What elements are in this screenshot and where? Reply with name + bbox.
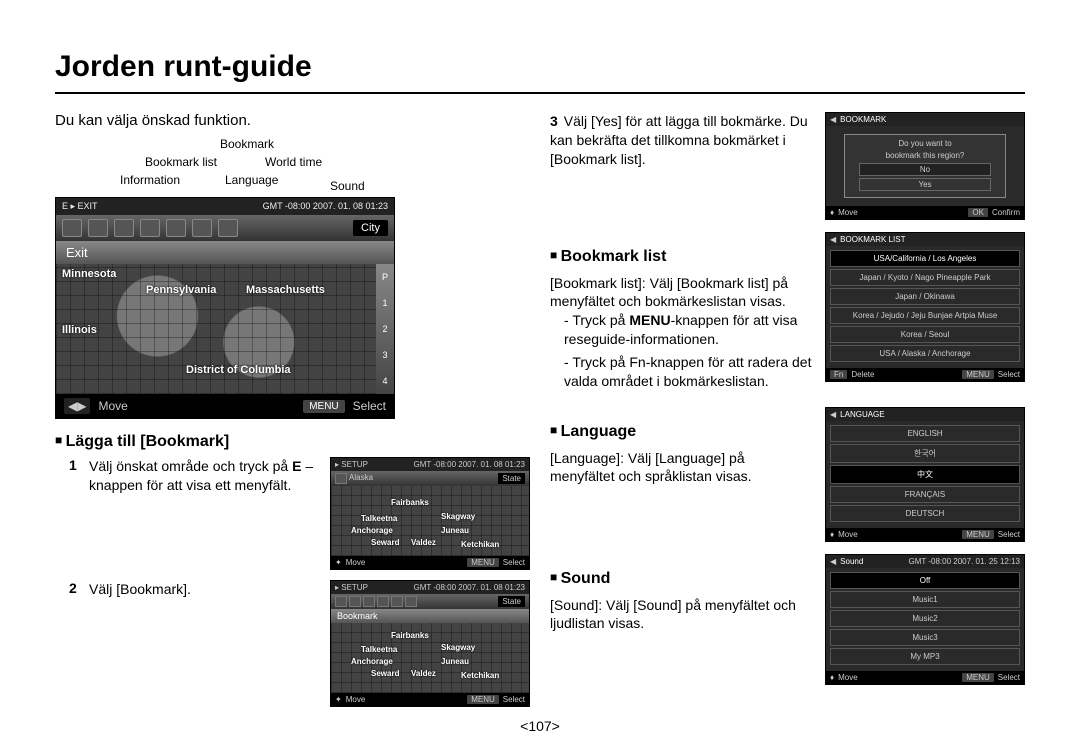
main-device-screen: E ▸ EXIT GMT -08:00 2007. 01. 08 01:23 C… bbox=[55, 197, 395, 419]
list-item[interactable]: USA / Alaska / Anchorage bbox=[830, 345, 1020, 362]
back-icon bbox=[335, 596, 347, 607]
bookmark-list-panel: ◀BOOKMARK LIST USA/California / Los Ange… bbox=[825, 232, 1025, 382]
label-bookmark-list: Bookmark list bbox=[145, 155, 217, 169]
footer-select: Select bbox=[353, 399, 386, 413]
list-item[interactable]: Off bbox=[830, 572, 1020, 589]
updown-icon: ♦ bbox=[830, 673, 834, 682]
exit-row: Exit bbox=[56, 241, 394, 264]
info-icon[interactable] bbox=[62, 219, 82, 237]
state-penn: Pennsylvania bbox=[146, 284, 216, 296]
back-icon bbox=[335, 473, 347, 484]
step-text: Välj [Bookmark]. bbox=[89, 580, 322, 707]
step-text: Välj önskat område och tryck på E –knapp… bbox=[89, 457, 322, 570]
world-time-icon[interactable] bbox=[166, 219, 186, 237]
state-dc: District of Columbia bbox=[186, 364, 291, 376]
back-icon: ◀ bbox=[830, 235, 836, 244]
list-item[interactable]: ENGLISH bbox=[830, 425, 1020, 442]
language-desc: [Language]: Välj [Language] på menyfälte… bbox=[550, 449, 813, 487]
step-num: 2 bbox=[69, 580, 81, 707]
intro-text: Du kan välja önskad funktion. bbox=[55, 112, 530, 129]
option-yes[interactable]: Yes bbox=[859, 178, 991, 191]
bmlist-bullet: Tryck på MENU-knappen för att visa reseg… bbox=[564, 311, 813, 349]
list-item[interactable]: Music2 bbox=[830, 610, 1020, 627]
back-icon: ◀ bbox=[830, 557, 836, 566]
list-item[interactable]: Japan / Kyoto / Nago Pineapple Park bbox=[830, 269, 1020, 286]
updown-icon: ♦ bbox=[830, 530, 834, 539]
label-world-time: World time bbox=[265, 155, 322, 169]
updown-icon: ✦ bbox=[335, 695, 342, 704]
bmlist-desc: [Bookmark list]: Välj [Bookmark list] på… bbox=[550, 274, 813, 312]
list-item[interactable]: My MP3 bbox=[830, 648, 1020, 665]
sound-panel: ◀SoundGMT -08:00 2007. 01. 25 12:13 Off … bbox=[825, 554, 1025, 685]
updown-icon: ✦ bbox=[335, 558, 342, 567]
bookmark-list-icon[interactable] bbox=[88, 219, 108, 237]
language-icon[interactable] bbox=[140, 219, 160, 237]
hdr-exit: E ▸ EXIT bbox=[62, 201, 98, 212]
label-sound: Sound bbox=[330, 179, 365, 193]
section-sound: Sound bbox=[550, 568, 813, 590]
list-item[interactable]: Music3 bbox=[830, 629, 1020, 646]
label-information: Information bbox=[120, 173, 180, 187]
list-item[interactable]: Music1 bbox=[830, 591, 1020, 608]
updown-icon: ♦ bbox=[830, 208, 834, 217]
left-right-icon: ◀▶ bbox=[64, 398, 90, 414]
language-panel: ◀LANGUAGE ENGLISH 한국어 中文 FRANÇAIS DEUTSC… bbox=[825, 407, 1025, 542]
map-area[interactable]: Minnesota Pennsylvania Massachusetts Ill… bbox=[56, 264, 394, 394]
hdr-time: GMT -08:00 2007. 01. 08 01:23 bbox=[263, 201, 388, 212]
toolbar-labels: Bookmark Bookmark list World time Inform… bbox=[85, 137, 530, 197]
list-item[interactable]: USA/California / Los Angeles bbox=[830, 250, 1020, 267]
back-icon[interactable] bbox=[218, 219, 238, 237]
page-indicator: P 1 2 3 4 bbox=[376, 264, 394, 394]
section-add-bookmark: Lägga till [Bookmark] bbox=[55, 433, 530, 451]
state-minnesota: Minnesota bbox=[62, 268, 116, 280]
mini-screenshot-2: ▸ SETUPGMT -08:00 2007. 01. 08 01:23 Sta… bbox=[330, 580, 530, 707]
back-icon: ◀ bbox=[830, 410, 836, 419]
label-bookmark: Bookmark bbox=[220, 137, 274, 151]
page-number: <107> bbox=[0, 718, 1080, 734]
section-bookmark-list: Bookmark list bbox=[550, 246, 813, 268]
list-item[interactable]: 한국어 bbox=[830, 444, 1020, 463]
menu-button[interactable]: MENU bbox=[303, 400, 344, 413]
bmlist-bullet: Tryck på Fn-knappen för att radera det v… bbox=[564, 353, 813, 391]
city-button[interactable]: City bbox=[353, 220, 388, 236]
mini-screenshot-1: ▸ SETUPGMT -08:00 2007. 01. 08 01:23 Ala… bbox=[330, 457, 530, 570]
bookmark-confirm-panel: ◀BOOKMARK Do you want to bookmark this r… bbox=[825, 112, 1025, 220]
footer-move: Move bbox=[98, 399, 127, 413]
state-illinois: Illinois bbox=[62, 324, 97, 336]
bookmark-icon[interactable] bbox=[114, 219, 134, 237]
list-item[interactable]: Korea / Seoul bbox=[830, 326, 1020, 343]
step-num: 3 bbox=[550, 113, 558, 129]
option-no[interactable]: No bbox=[859, 163, 991, 176]
list-item[interactable]: DEUTSCH bbox=[830, 505, 1020, 522]
list-item[interactable]: 中文 bbox=[830, 465, 1020, 484]
list-item[interactable]: Japan / Okinawa bbox=[830, 288, 1020, 305]
back-icon: ◀ bbox=[830, 115, 836, 124]
sound-icon[interactable] bbox=[192, 219, 212, 237]
sound-desc: [Sound]: Välj [Sound] på menyfältet och … bbox=[550, 596, 813, 634]
label-language: Language bbox=[225, 173, 278, 187]
list-item[interactable]: FRANÇAIS bbox=[830, 486, 1020, 503]
state-mass: Massachusetts bbox=[246, 284, 325, 296]
step-text: Välj [Yes] för att lägga till bokmärke. … bbox=[550, 113, 808, 167]
page-title: Jorden runt-guide bbox=[55, 50, 1025, 94]
step-num: 1 bbox=[69, 457, 81, 570]
list-item[interactable]: Korea / Jejudo / Jeju Bunjae Artpia Muse bbox=[830, 307, 1020, 324]
section-language: Language bbox=[550, 421, 813, 443]
